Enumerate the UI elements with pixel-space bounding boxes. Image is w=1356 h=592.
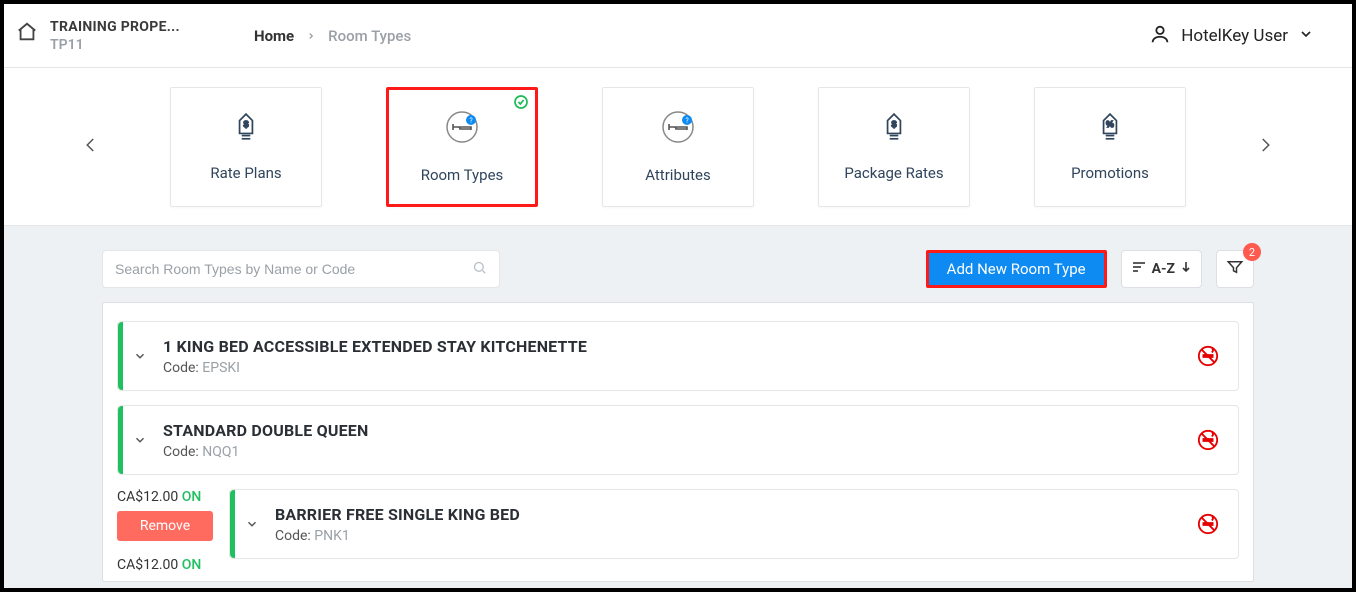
room-type-row[interactable]: STANDARD DOUBLE QUEEN Code: NQQ1: [117, 405, 1239, 475]
remove-button[interactable]: Remove: [117, 511, 213, 541]
svg-text:$: $: [892, 119, 897, 129]
card-label: Attributes: [645, 166, 711, 184]
no-smoking-icon: [1178, 490, 1238, 558]
card-rate-plans[interactable]: $ Rate Plans: [170, 87, 322, 207]
room-type-title: STANDARD DOUBLE QUEEN: [163, 421, 1172, 440]
sort-label: A-Z: [1152, 261, 1175, 277]
funnel-icon: [1226, 258, 1244, 280]
breadcrumb-home[interactable]: Home: [254, 27, 294, 45]
property-name: TRAINING PROPE...: [50, 19, 180, 35]
no-smoking-icon: [1178, 322, 1238, 390]
expand-toggle[interactable]: [123, 322, 157, 390]
filter-button[interactable]: 2: [1216, 250, 1254, 288]
room-type-title: BARRIER FREE SINGLE KING BED: [275, 505, 1172, 524]
sort-button[interactable]: A-Z: [1121, 250, 1202, 288]
carousel-next[interactable]: [1256, 131, 1274, 163]
room-type-code: Code: PNK1: [275, 528, 1172, 544]
breadcrumb-current: Room Types: [328, 27, 411, 45]
card-label: Promotions: [1071, 164, 1149, 182]
search-icon: [472, 260, 487, 279]
room-type-row[interactable]: BARRIER FREE SINGLE KING BED Code: PNK1: [229, 489, 1239, 559]
filter-badge: 2: [1243, 243, 1261, 261]
svg-text:%: %: [1106, 119, 1114, 129]
expand-toggle[interactable]: [235, 490, 269, 558]
arrow-down-icon: [1181, 261, 1191, 277]
expand-toggle[interactable]: [123, 406, 157, 474]
check-circle-icon: [513, 94, 529, 114]
card-package-rates[interactable]: $ Package Rates: [818, 87, 970, 207]
price-tag-icon: $: [881, 112, 907, 146]
card-label: Room Types: [421, 166, 504, 184]
card-attributes[interactable]: ? Attributes: [602, 87, 754, 207]
percent-tag-icon: %: [1097, 112, 1123, 146]
add-button-label: Add New Room Type: [947, 260, 1086, 278]
breadcrumb: Home Room Types: [254, 27, 411, 45]
user-name: HotelKey User: [1181, 26, 1288, 46]
user-menu[interactable]: HotelKey User: [1149, 23, 1342, 49]
bed-icon: ?: [661, 110, 695, 148]
home-icon: [14, 19, 40, 45]
user-icon: [1149, 23, 1171, 49]
no-smoking-icon: [1178, 406, 1238, 474]
search-input[interactable]: [115, 261, 472, 277]
card-promotions[interactable]: % Promotions: [1034, 87, 1186, 207]
price-line: CA$12.00 ON: [117, 489, 213, 505]
room-type-row[interactable]: 1 KING BED ACCESSIBLE EXTENDED STAY KITC…: [117, 321, 1239, 391]
svg-text:$: $: [244, 119, 249, 129]
property-code: TP11: [50, 37, 180, 53]
carousel-prev[interactable]: [82, 131, 100, 163]
price-tag-icon: $: [233, 112, 259, 146]
room-type-code: Code: NQQ1: [163, 444, 1172, 460]
chevron-right-icon: [306, 27, 316, 45]
price-line: CA$12.00 ON: [117, 557, 213, 573]
card-label: Package Rates: [844, 164, 943, 182]
sort-lines-icon: [1132, 261, 1146, 277]
chevron-down-icon: [1298, 26, 1314, 46]
room-type-title: 1 KING BED ACCESSIBLE EXTENDED STAY KITC…: [163, 337, 1172, 356]
room-type-code: Code: EPSKI: [163, 360, 1172, 376]
card-room-types[interactable]: ? Room Types: [386, 87, 538, 207]
add-room-type-button[interactable]: Add New Room Type: [926, 250, 1107, 288]
bed-icon: ?: [445, 110, 479, 148]
card-label: Rate Plans: [210, 164, 281, 182]
search-input-wrap[interactable]: [102, 250, 500, 288]
